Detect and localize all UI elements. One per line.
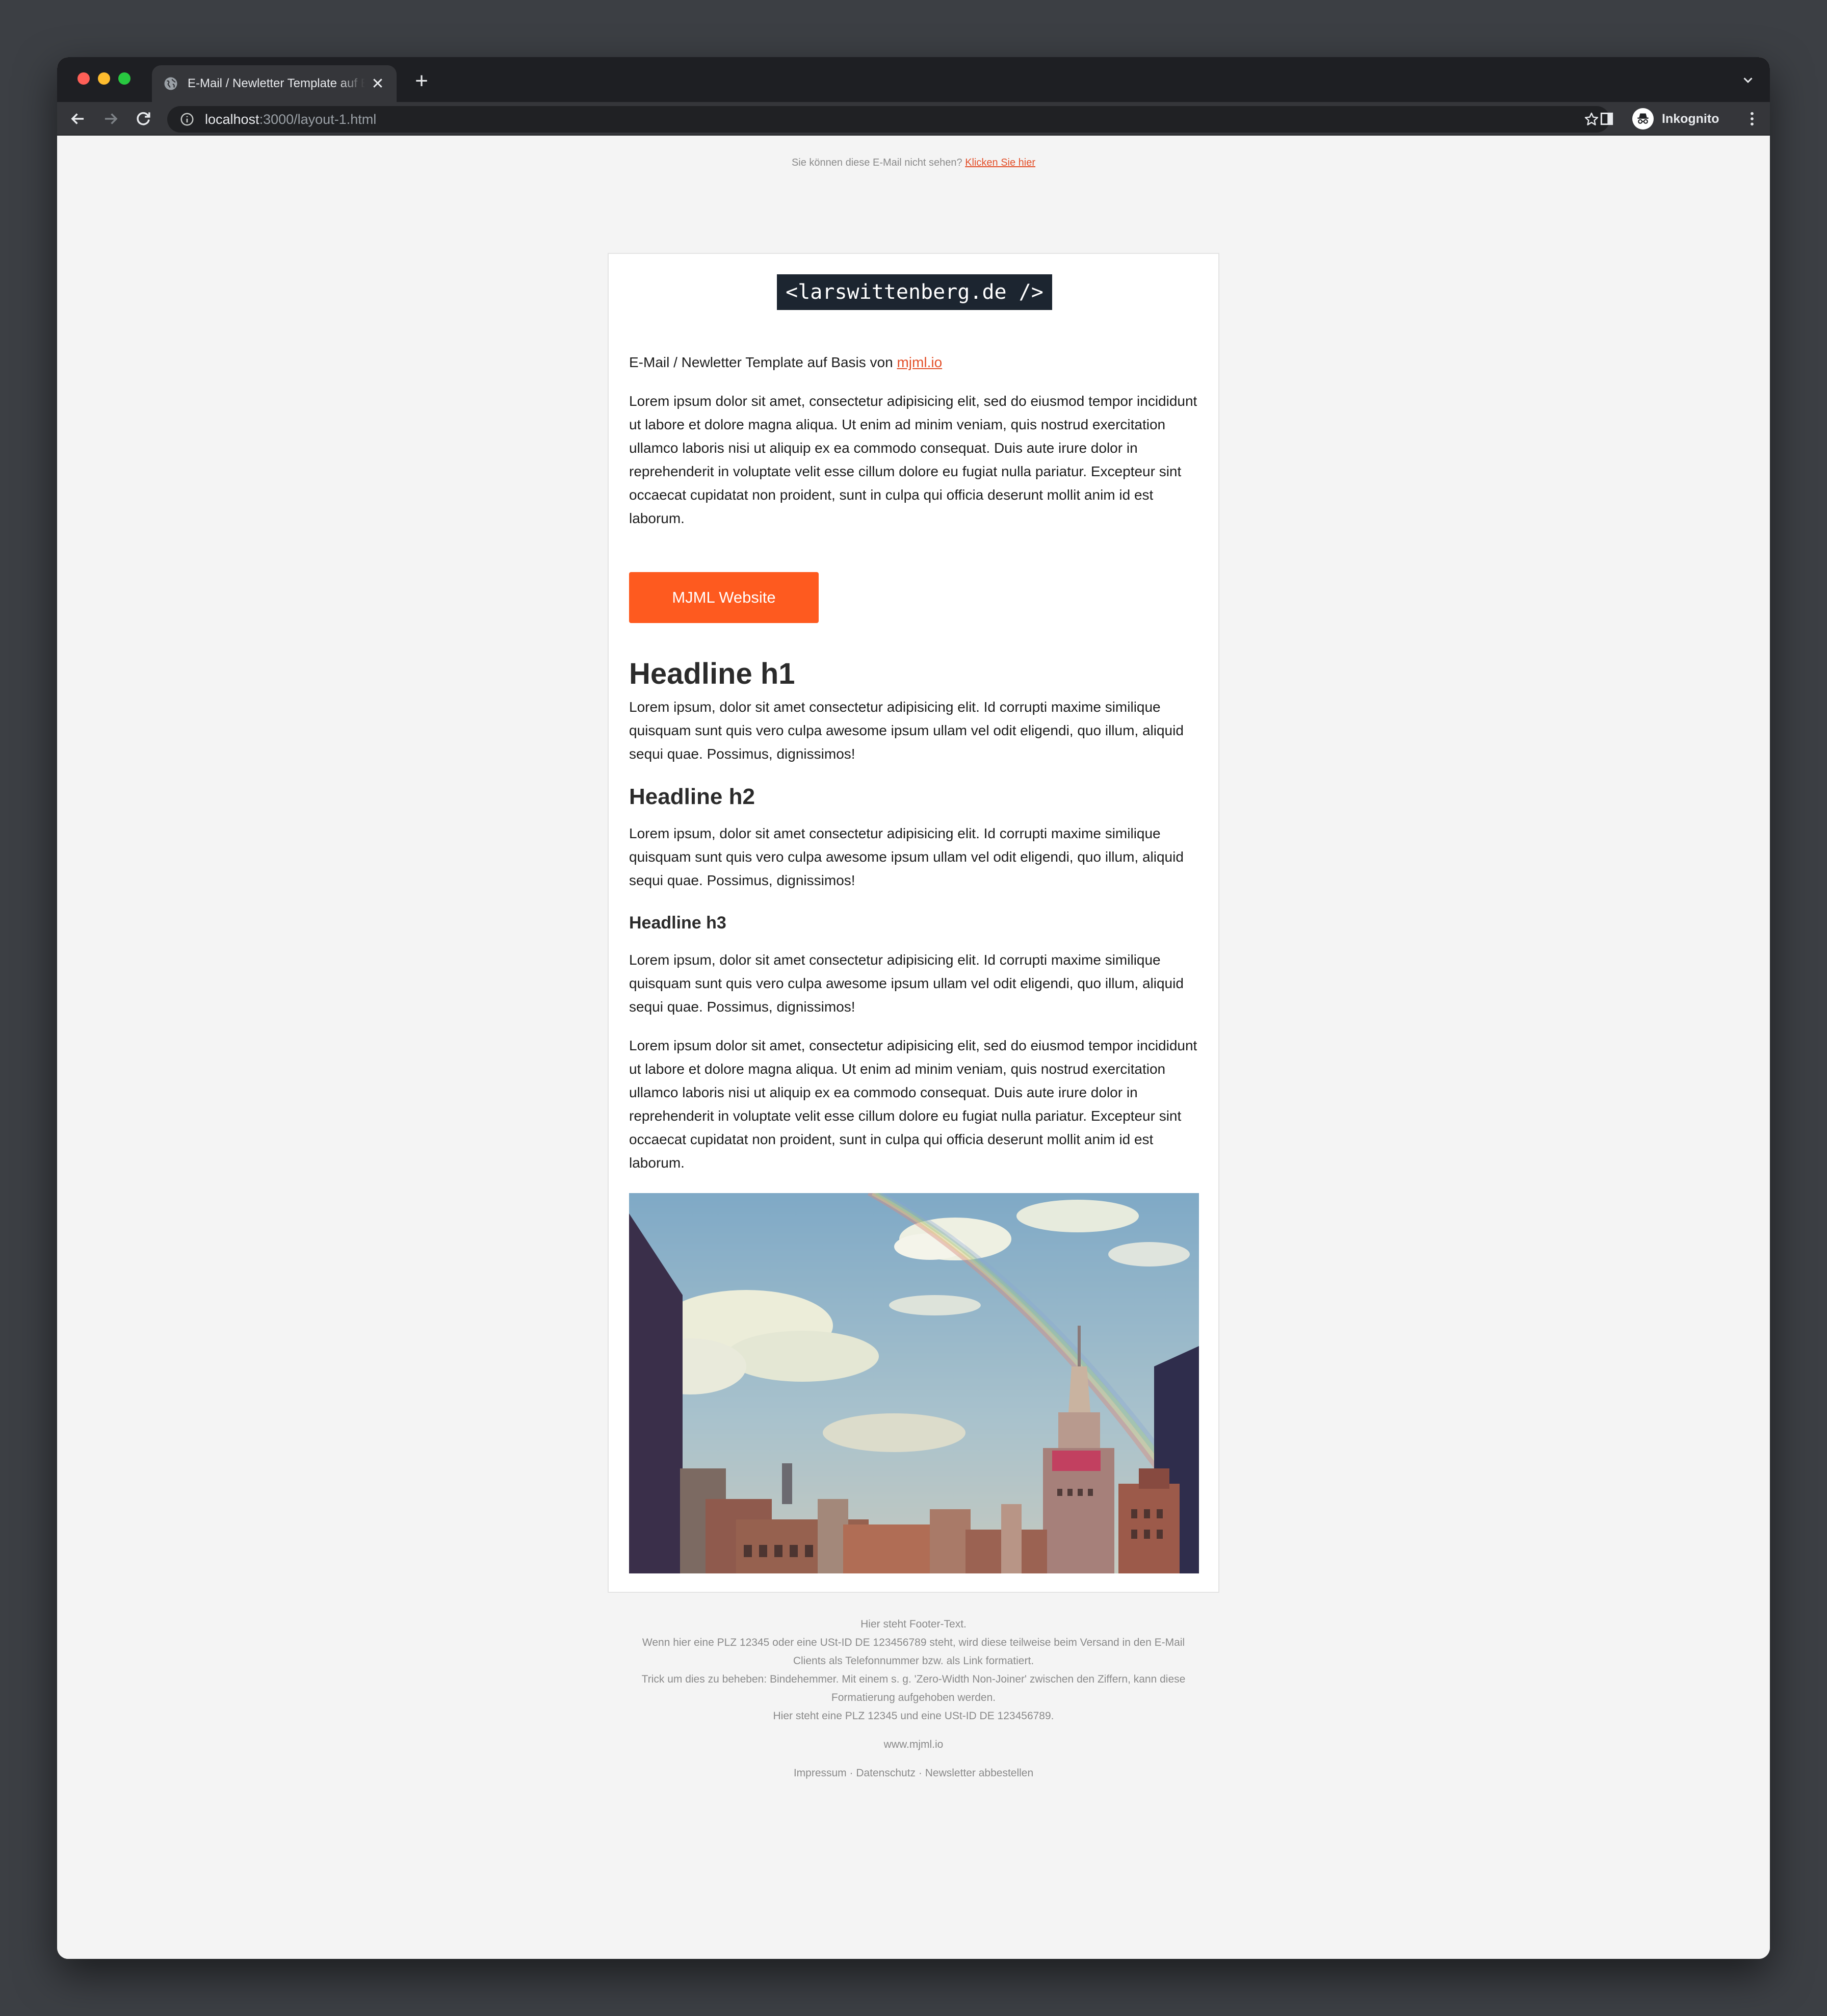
incognito-icon — [1632, 108, 1654, 130]
star-icon[interactable] — [1583, 111, 1600, 127]
plus-icon[interactable]: + — [409, 68, 434, 94]
footer-links[interactable]: Impressum · Datenschutz · Newsletter abb… — [608, 1764, 1219, 1782]
footer-line-4: Hier steht eine PLZ 12345 und eine USt-I… — [773, 1710, 1054, 1722]
headline-h2: Headline h2 — [629, 784, 755, 809]
footer-line-1: Hier steht Footer-Text. — [860, 1618, 967, 1630]
footer-line-3: Trick um dies zu beheben: Bindehemmer. M… — [641, 1673, 1186, 1703]
info-icon[interactable] — [179, 112, 195, 127]
minimize-window-button[interactable] — [98, 72, 110, 85]
page-viewport: Sie können diese E-Mail nicht sehen? Kli… — [57, 137, 1770, 1959]
reload-icon[interactable] — [134, 109, 153, 128]
url-path: :3000/layout-1.html — [259, 111, 377, 127]
paragraph-h1: Lorem ipsum, dolor sit amet consectetur … — [629, 699, 1184, 762]
footer-site-link[interactable]: www.mjml.io — [608, 1736, 1219, 1754]
preheader: Sie können diese E-Mail nicht sehen? Kli… — [57, 157, 1770, 169]
intro-text: E-Mail / Newletter Template auf Basis vo… — [629, 354, 893, 370]
tab-bar: E-Mail / Newletter Template auf Basis vo… — [57, 57, 1770, 102]
url-host: localhost — [205, 111, 259, 127]
incognito-badge[interactable]: Inkognito — [1628, 106, 1729, 132]
active-tab[interactable]: E-Mail / Newletter Template auf Basis vo… — [152, 65, 397, 102]
forward-arrow-icon[interactable] — [101, 109, 120, 128]
maximize-window-button[interactable] — [118, 72, 130, 85]
globe-icon — [164, 77, 177, 90]
address-bar[interactable]: localhost:3000/layout-1.html — [167, 106, 1610, 133]
logo: <larswittenberg.de /> — [777, 274, 1052, 310]
footer-line-2: Wenn hier eine PLZ 12345 oder eine USt-I… — [642, 1637, 1185, 1667]
paragraph-long-1: Lorem ipsum dolor sit amet, consectetur … — [629, 393, 1197, 526]
paragraph-h2: Lorem ipsum, dolor sit amet consectetur … — [629, 825, 1184, 888]
email-card: <larswittenberg.de /> E-Mail / Newletter… — [608, 253, 1219, 1593]
headline-h1: Headline h1 — [629, 657, 795, 690]
close-window-button[interactable] — [77, 72, 90, 85]
headline-h3: Headline h3 — [629, 913, 726, 933]
paragraph-long-2: Lorem ipsum dolor sit amet, consectetur … — [629, 1038, 1197, 1171]
email-footer: Hier steht Footer-Text. Wenn hier eine P… — [608, 1615, 1219, 1782]
paragraph-h3: Lorem ipsum, dolor sit amet consectetur … — [629, 952, 1184, 1015]
footer-text: Hier steht Footer-Text. Wenn hier eine P… — [608, 1615, 1219, 1725]
preheader-text: Sie können diese E-Mail nicht sehen? — [791, 157, 962, 168]
browser-window: E-Mail / Newletter Template auf Basis vo… — [57, 57, 1770, 1959]
more-vert-icon[interactable] — [1742, 109, 1762, 128]
back-arrow-icon[interactable] — [68, 109, 88, 128]
incognito-label: Inkognito — [1662, 111, 1719, 126]
email-content: E-Mail / Newletter Template auf Basis vo… — [629, 351, 1199, 1175]
mjml-website-button[interactable]: MJML Website — [629, 572, 819, 623]
tab-title: E-Mail / Newletter Template auf Basis vo… — [188, 76, 365, 90]
intro-line: E-Mail / Newletter Template auf Basis vo… — [629, 351, 1199, 374]
skyline-image — [629, 1193, 1199, 1573]
side-panel-icon[interactable] — [1599, 111, 1615, 127]
chevron-down-icon[interactable] — [1740, 72, 1756, 88]
browser-toolbar: localhost:3000/layout-1.html Inkognito — [57, 102, 1770, 136]
mjml-link[interactable]: mjml.io — [897, 354, 942, 370]
preheader-link[interactable]: Klicken Sie hier — [965, 157, 1035, 168]
close-icon[interactable]: ✕ — [370, 75, 385, 93]
